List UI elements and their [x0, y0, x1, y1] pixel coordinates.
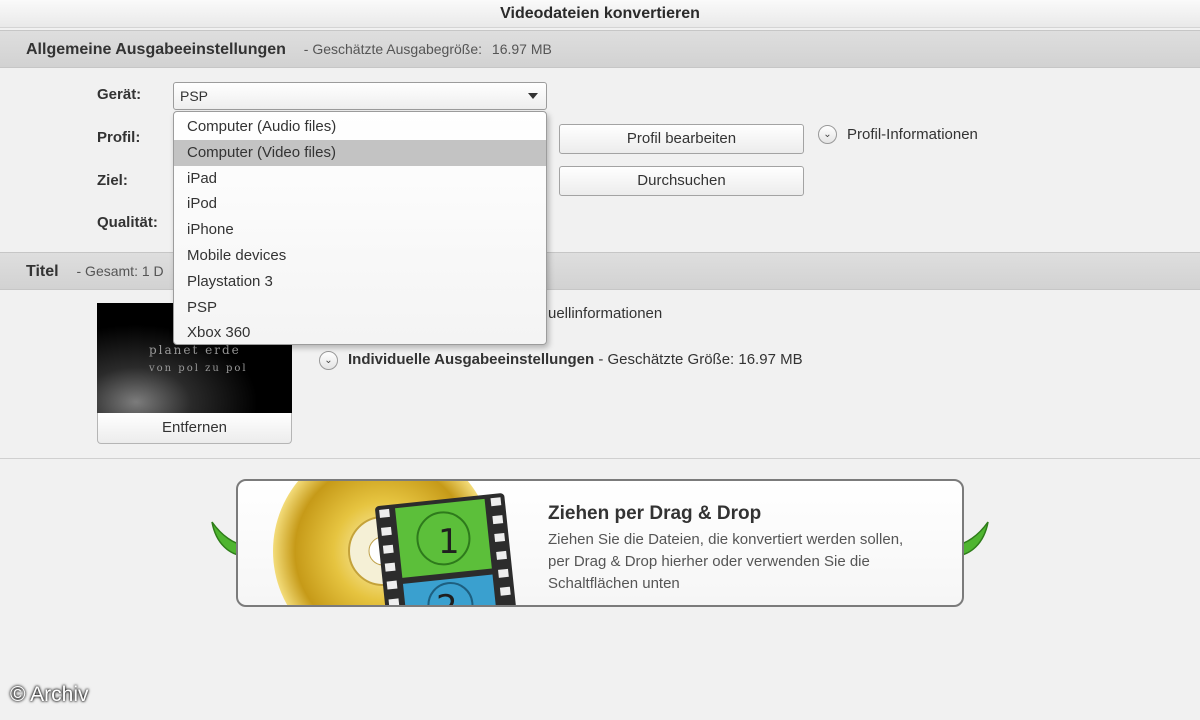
- film-frame-2-number: 2: [436, 588, 458, 607]
- device-label: Gerät:: [97, 86, 142, 103]
- dropdown-option[interactable]: Computer (Audio files): [174, 114, 546, 140]
- drop-zone-text: Ziehen Sie die Dateien, die konvertiert …: [548, 531, 904, 592]
- profile-info-link[interactable]: Profil-Informationen: [847, 126, 978, 143]
- divider: [0, 458, 1200, 459]
- circle-chevron-icon[interactable]: ⌄: [319, 351, 338, 370]
- titles-heading: Titel: [26, 263, 59, 280]
- quality-label: Qualität:: [97, 214, 158, 231]
- dropdown-option[interactable]: iPod: [174, 191, 546, 217]
- dropdown-option[interactable]: Xbox 360: [174, 320, 546, 346]
- dropdown-option[interactable]: iPad: [174, 166, 546, 192]
- dropdown-option[interactable]: PSP: [174, 295, 546, 321]
- drop-zone-title: Ziehen per Drag & Drop: [548, 503, 762, 524]
- watermark: © Archiv: [10, 683, 89, 706]
- source-info-link[interactable]: uellinformationen: [548, 305, 662, 322]
- edit-profile-button[interactable]: Profil bearbeiten: [559, 124, 804, 154]
- general-settings-header: Allgemeine Ausgabeeinstellungen - Geschä…: [0, 30, 1200, 68]
- dropdown-option[interactable]: Playstation 3: [174, 269, 546, 295]
- circle-chevron-icon[interactable]: ⌄: [818, 125, 837, 144]
- device-dropdown-list[interactable]: Computer (Audio files) Computer (Video f…: [173, 111, 547, 345]
- browse-button[interactable]: Durchsuchen: [559, 166, 804, 196]
- chevron-down-icon: [528, 93, 538, 99]
- individual-settings-row[interactable]: Individuelle Ausgabeeinstellungen - Gesc…: [348, 351, 803, 368]
- individual-settings-heading: Individuelle Ausgabeeinstellungen: [348, 351, 595, 368]
- estimated-size-value: 16.97 MB: [491, 41, 552, 57]
- device-select[interactable]: PSP: [173, 82, 547, 110]
- dropdown-option[interactable]: Mobile devices: [174, 243, 546, 269]
- drag-drop-zone[interactable]: 1 2 Ziehen per Drag & Drop Ziehen Sie di…: [236, 479, 964, 607]
- general-settings-heading: Allgemeine Ausgabeeinstellungen: [26, 41, 286, 58]
- dropdown-option-highlighted[interactable]: Computer (Video files): [174, 139, 546, 166]
- film-strip-icon: 1 2: [375, 493, 518, 607]
- dropdown-option[interactable]: iPhone: [174, 217, 546, 243]
- device-select-value: PSP: [180, 88, 209, 104]
- remove-button[interactable]: Entfernen: [97, 413, 292, 444]
- target-label: Ziel:: [97, 172, 128, 189]
- thumbnail-subtitle: von pol zu pol: [149, 363, 248, 374]
- individual-settings-size: - Geschätzte Größe: 16.97 MB: [598, 351, 803, 368]
- window-title: Videodateien konvertieren: [0, 0, 1200, 28]
- film-frame-1-number: 1: [438, 522, 460, 562]
- titles-total-label: - Gesamt: 1 D: [76, 263, 164, 279]
- profile-label: Profil:: [97, 129, 141, 146]
- estimated-size-label: - Geschätzte Ausgabegröße:: [303, 41, 483, 57]
